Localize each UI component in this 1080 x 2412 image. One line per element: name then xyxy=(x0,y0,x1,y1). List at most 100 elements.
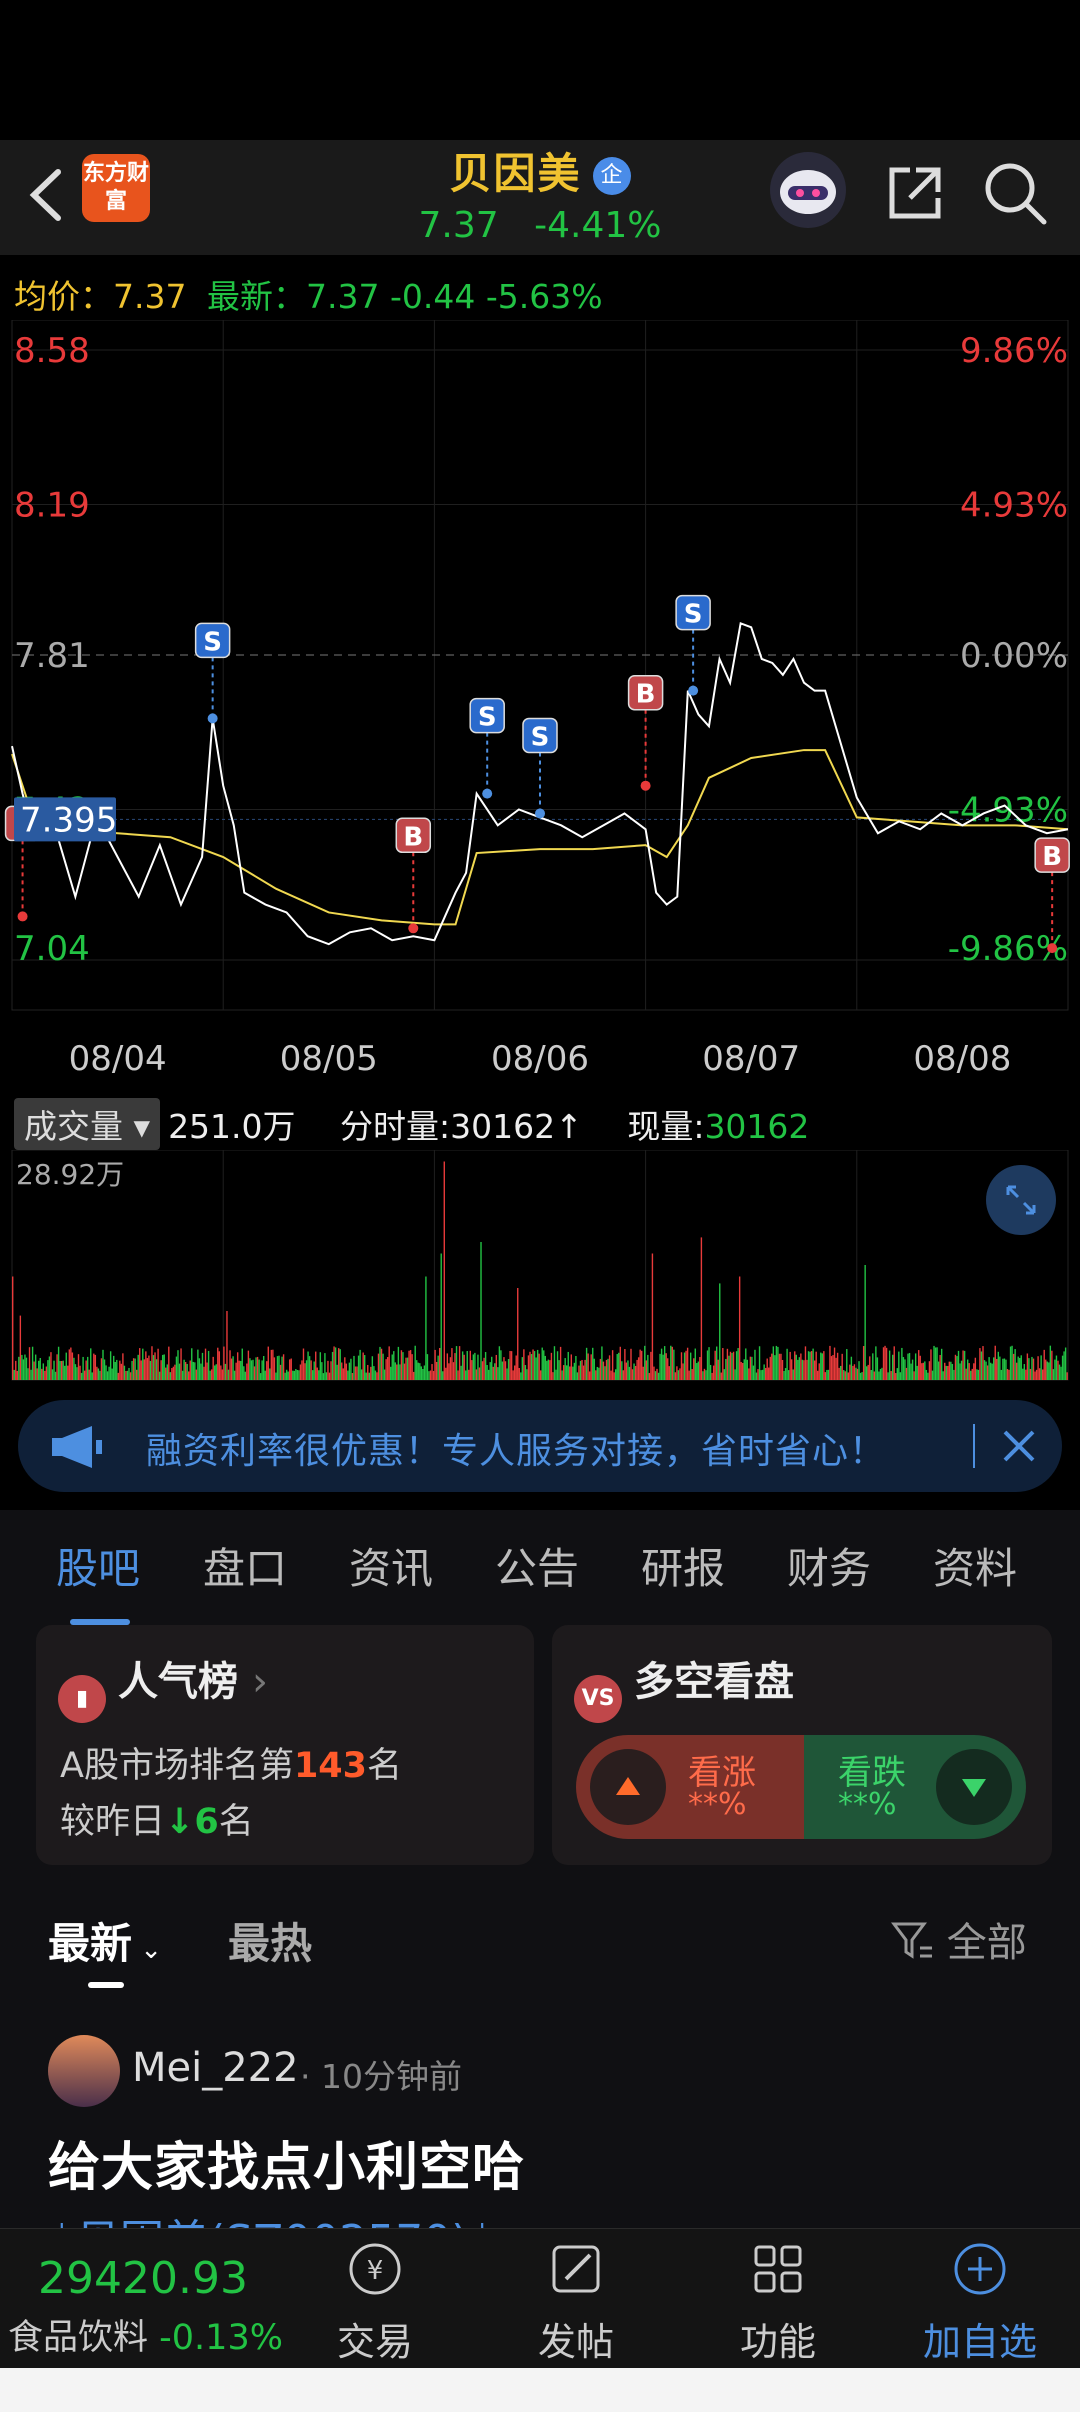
volume-bar xyxy=(830,1356,833,1380)
volume-bar xyxy=(653,1366,655,1380)
system-home-bar xyxy=(0,2368,1080,2412)
expand-icon[interactable] xyxy=(986,1165,1056,1235)
tab-pankou[interactable]: 盘口 xyxy=(203,1535,287,1596)
volume-bar xyxy=(376,1372,378,1380)
volume-bar xyxy=(191,1348,193,1380)
volume-bar xyxy=(198,1358,201,1380)
post-username[interactable]: Mei_222 xyxy=(132,2045,299,2091)
volume-bar xyxy=(1058,1364,1061,1380)
volume-bar xyxy=(152,1355,155,1380)
post-button[interactable]: 发帖 xyxy=(506,2239,646,2366)
volume-bar xyxy=(720,1372,722,1380)
volume-bar xyxy=(15,1360,17,1380)
volume-bar xyxy=(287,1371,289,1380)
post-title[interactable]: 给大家找点小利空哈 xyxy=(48,2125,525,2200)
banner-divider xyxy=(973,1424,975,1468)
tab-guba[interactable]: 股吧 xyxy=(56,1535,140,1596)
indicator-selector[interactable]: 成交量 ▾ xyxy=(14,1098,161,1150)
volume-bar xyxy=(458,1346,461,1380)
volume-bar xyxy=(186,1363,188,1380)
volume-bar xyxy=(683,1352,686,1380)
volume-bar xyxy=(951,1363,954,1380)
robot-assistant-icon[interactable] xyxy=(770,152,846,228)
volume-bar xyxy=(330,1361,332,1380)
tab-news[interactable]: 资讯 xyxy=(349,1535,433,1596)
volume-bar xyxy=(39,1358,41,1380)
sector-info[interactable]: 食品饮料 -0.13% xyxy=(8,2309,283,2360)
volume-bar xyxy=(486,1365,488,1380)
volume-bar xyxy=(561,1370,563,1380)
volume-bar xyxy=(847,1372,850,1380)
volume-bar xyxy=(839,1365,842,1380)
volume-bar xyxy=(503,1357,505,1380)
volume-bar xyxy=(51,1369,54,1380)
volume-bar xyxy=(862,1346,865,1380)
volume-bar xyxy=(461,1351,464,1380)
bull-bear-card[interactable]: VS 多空看盘 看涨 **% 看跌 **% xyxy=(552,1625,1052,1865)
volume-bar xyxy=(566,1365,568,1380)
volume-bar xyxy=(685,1350,687,1380)
close-icon[interactable] xyxy=(993,1420,1045,1472)
volume-bar xyxy=(129,1372,132,1380)
x-tick-date: 08/04 xyxy=(69,1039,167,1079)
app-logo[interactable]: 东方财富 xyxy=(82,154,150,222)
avatar[interactable] xyxy=(48,2035,120,2107)
volume-bar xyxy=(495,1354,498,1380)
bear-button[interactable] xyxy=(936,1749,1012,1825)
volume-bar xyxy=(855,1367,857,1380)
volume-bar xyxy=(475,1369,478,1380)
volume-bar xyxy=(42,1363,45,1380)
sort-latest[interactable]: 最新 ⌄ xyxy=(48,1910,162,1971)
volume-bar xyxy=(362,1352,364,1380)
volume-bar xyxy=(689,1352,692,1380)
volume-bar xyxy=(515,1355,517,1380)
trade-button[interactable]: ¥ 交易 xyxy=(305,2239,445,2366)
bull-button[interactable] xyxy=(590,1749,666,1825)
volume-bar xyxy=(887,1372,889,1380)
volume-bar xyxy=(1008,1369,1010,1380)
volume-bar xyxy=(252,1359,254,1380)
tab-finance[interactable]: 财务 xyxy=(787,1535,871,1596)
volume-bar xyxy=(221,1369,224,1380)
volume-bar xyxy=(53,1360,55,1380)
intraday-chart[interactable]: 8.588.197.817.049.86%4.93%0.00%-9.86%-4.… xyxy=(0,320,1080,1100)
tab-profile[interactable]: 资料 xyxy=(933,1535,1017,1596)
volume-bar xyxy=(454,1353,456,1380)
volume-bar xyxy=(702,1371,704,1380)
volume-bar xyxy=(645,1360,647,1380)
popularity-card[interactable]: ▮ 人气榜 › A股市场排名第143名 较昨日↓6名 xyxy=(36,1625,534,1865)
volume-bar xyxy=(914,1353,917,1380)
search-icon[interactable] xyxy=(980,158,1050,228)
volume-bar xyxy=(867,1364,869,1380)
volume-bar xyxy=(523,1349,525,1380)
functions-button[interactable]: 功能 xyxy=(708,2239,848,2366)
volume-bar xyxy=(974,1357,977,1380)
volume-bar xyxy=(132,1358,135,1380)
volume-bar xyxy=(993,1357,995,1380)
volume-bar xyxy=(382,1353,384,1380)
share-icon[interactable] xyxy=(880,158,950,228)
volume-bar xyxy=(47,1360,49,1380)
volume-bar xyxy=(243,1366,245,1380)
volume-bar xyxy=(869,1356,871,1380)
volume-bar xyxy=(748,1368,750,1380)
volume-bar xyxy=(168,1346,170,1380)
volume-bar xyxy=(922,1362,925,1380)
volume-bar xyxy=(797,1359,799,1380)
volume-bar xyxy=(184,1362,187,1380)
volume-bar xyxy=(117,1372,119,1380)
sort-indicator xyxy=(88,1982,124,1988)
volume-bar xyxy=(217,1347,219,1380)
tab-announcements[interactable]: 公告 xyxy=(495,1535,579,1596)
volume-bar xyxy=(719,1283,721,1380)
promo-banner[interactable]: 融资利率很优惠！专人服务对接，省时省心！ xyxy=(18,1400,1062,1492)
add-watchlist-button[interactable]: 加自选 xyxy=(910,2239,1050,2366)
sort-hot[interactable]: 最热 xyxy=(228,1910,312,1971)
volume-bar xyxy=(229,1350,231,1380)
volume-bar xyxy=(959,1363,961,1380)
volume-bar xyxy=(114,1361,116,1380)
filter-button[interactable]: 全部 xyxy=(890,1910,1027,1968)
tab-research[interactable]: 研报 xyxy=(641,1535,725,1596)
back-arrow-icon[interactable] xyxy=(18,160,78,230)
sector-index-value[interactable]: 29420.93 xyxy=(38,2253,248,2304)
